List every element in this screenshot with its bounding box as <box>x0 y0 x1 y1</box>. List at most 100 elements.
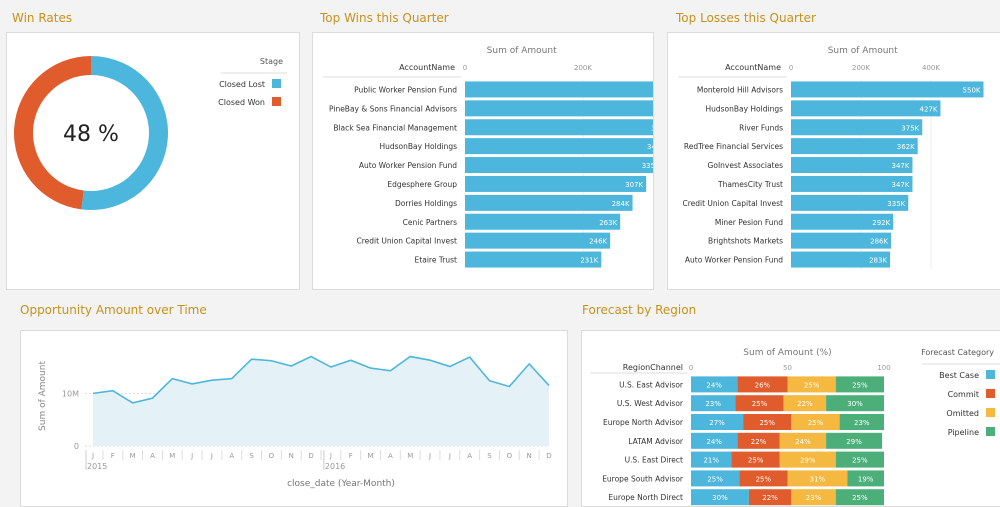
opp-amount-panel[interactable]: 0 10M Sum of Amount J F M A M J J A S O N D J F M A M J J A S O N… <box>20 330 568 507</box>
category-label: Dorries Holdings <box>395 199 457 208</box>
axis-title: Sum of Amount <box>828 46 898 56</box>
y-tick-label: 0 <box>74 442 79 451</box>
y-axis-title: Sum of Amount <box>38 361 48 431</box>
year-label: 2016 <box>325 462 345 471</box>
bar-value-label: 231K <box>580 257 598 265</box>
x-tick-label: O <box>507 452 513 460</box>
x-tick-label: J <box>428 452 431 460</box>
segment-value-label: 25% <box>852 381 868 389</box>
category-label: Miner Pesion Fund <box>715 218 783 227</box>
opp-amount-title: Opportunity Amount over Time <box>20 303 207 317</box>
segment-value-label: 27% <box>709 419 725 427</box>
top-wins-title: Top Wins this Quarter <box>320 11 449 25</box>
x-tick-label: 0 <box>463 64 467 72</box>
x-tick-label: 200K <box>852 64 870 72</box>
category-label: Brightshots Markets <box>708 237 783 246</box>
category-label: U.S. East Advisor <box>619 380 684 389</box>
year-label: 2015 <box>87 462 107 471</box>
segment-value-label: 30% <box>847 400 863 408</box>
x-tick-label: M <box>368 452 374 460</box>
segment-value-label: 25% <box>852 494 868 502</box>
bar <box>465 138 653 155</box>
win-rates-chart: 48 % Stage Closed Lost Closed Won <box>13 56 287 210</box>
segment-value-label: 23% <box>806 494 822 502</box>
y-tick-label: 10M <box>62 389 79 398</box>
category-label: LATAM Advisor <box>628 437 684 446</box>
segment-value-label: 25% <box>852 457 868 465</box>
legend-label: Commit <box>948 390 979 399</box>
category-label: Europe South Advisor <box>602 474 684 483</box>
bar <box>465 100 653 117</box>
category-label: RedTree Financial Services <box>684 142 783 151</box>
category-label: Edgesphere Group <box>387 180 457 189</box>
category-label: Cenic Partners <box>403 218 457 227</box>
category-label: Europe North Advisor <box>603 418 684 427</box>
segment-value-label: 29% <box>800 457 816 465</box>
win-rates-title: Win Rates <box>12 11 73 25</box>
bar-value-label: 283K <box>869 257 887 265</box>
bar-value-label: 427K <box>919 105 937 113</box>
bar-value-label: 335K <box>642 162 653 170</box>
bar-value-label: 344K <box>647 143 653 151</box>
segment-value-label: 25% <box>707 475 723 483</box>
legend-label: Omitted <box>946 409 979 418</box>
bar-value-label: 284K <box>612 200 630 208</box>
forecast-panel[interactable]: Sum of Amount (%) RegionChannel 0 50 100 U.S.… <box>581 330 1000 507</box>
legend-swatch <box>272 97 281 106</box>
category-label: U.S. East Direct <box>625 456 683 465</box>
segment-value-label: 24% <box>706 438 722 446</box>
top-losses-panel[interactable]: Sum of Amount AccountName 0 200K 400K Montero… <box>667 32 1000 290</box>
top-losses-title: Top Losses this Quarter <box>676 11 816 25</box>
segment-value-label: 25% <box>808 419 824 427</box>
bar-value-label: 307K <box>625 181 643 189</box>
top-wins-panel[interactable]: Sum of Amount AccountName 0 200K Public Work… <box>312 32 654 290</box>
x-tick-label: 0 <box>689 364 693 372</box>
category-label: Etaire Trust <box>415 256 457 265</box>
segment-value-label: 29% <box>846 438 862 446</box>
top-losses-chart: Sum of Amount AccountName 0 200K 400K Montero… <box>678 46 984 269</box>
bar <box>465 175 647 192</box>
category-label: U.S. West Advisor <box>617 399 684 408</box>
opp-amount-chart: 0 10M Sum of Amount J F M A M J J A S O N D J F M A M J J A S O N… <box>38 355 552 489</box>
category-label: HudsonBay Holdings <box>379 142 457 151</box>
bar-value-label: 362K <box>897 143 915 151</box>
category-label: Credit Union Capital Invest <box>356 237 457 246</box>
segment-value-label: 19% <box>858 475 874 483</box>
x-axis-title: close_date (Year-Month) <box>287 479 395 489</box>
legend-title: Stage <box>260 57 283 66</box>
x-tick-label: N <box>527 452 532 460</box>
segment-value-label: 25% <box>759 419 775 427</box>
legend-swatch <box>272 79 281 88</box>
segment-value-label: 23% <box>854 419 870 427</box>
bar <box>465 119 653 136</box>
forecast-chart: Sum of Amount (%) RegionChannel 0 50 100 U.S.… <box>590 348 1000 506</box>
category-label: Europe North Direct <box>608 493 683 502</box>
x-tick-label: S <box>487 452 492 460</box>
x-tick-label: N <box>289 452 294 460</box>
row-header: AccountName <box>399 63 455 72</box>
legend-swatch <box>986 389 995 398</box>
category-label: GoInvest Associates <box>708 161 784 170</box>
row-header: RegionChannel <box>623 363 683 372</box>
segment-value-label: 22% <box>751 438 767 446</box>
segment-value-label: 30% <box>712 494 728 502</box>
axis-title: Sum of Amount <box>487 46 557 56</box>
bar-value-label: 347K <box>891 181 909 189</box>
segment-value-label: 24% <box>795 438 811 446</box>
x-tick-label: J <box>91 452 94 460</box>
legend-swatch <box>986 370 995 379</box>
win-rates-panel[interactable]: 48 % Stage Closed Lost Closed Won <box>6 32 300 290</box>
row-header: AccountName <box>725 63 781 72</box>
segment-value-label: 26% <box>755 381 771 389</box>
segment-value-label: 24% <box>706 381 722 389</box>
segment-value-label: 25% <box>804 381 820 389</box>
category-label: Auto Worker Pension Fund <box>359 161 457 170</box>
bar <box>791 81 984 98</box>
category-label: Black Sea Financial Management <box>333 123 457 132</box>
x-tick-label: 400K <box>922 64 940 72</box>
bar-value-label: 550K <box>963 86 981 94</box>
category-label: River Funds <box>739 123 783 132</box>
bar <box>465 213 621 230</box>
bar-value-label: 335K <box>887 200 905 208</box>
category-label: Credit Union Capital Invest <box>682 199 783 208</box>
